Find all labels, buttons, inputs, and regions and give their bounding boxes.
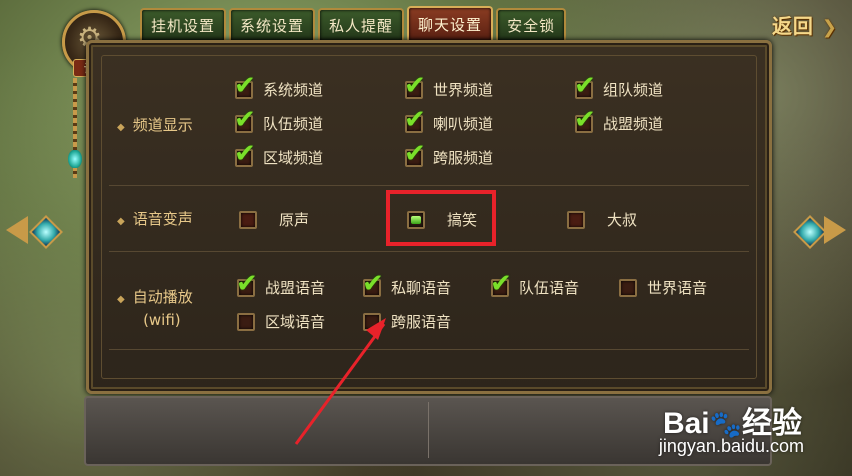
checkbox[interactable] — [236, 269, 258, 299]
settings-tab-bar: 挂机设置 系统设置 私人提醒 聊天设置 安全锁 — [140, 6, 567, 40]
radio-button[interactable] — [567, 210, 585, 229]
option-alliance-voice[interactable]: 战盟语音 — [236, 269, 326, 299]
option-label: 世界频道 — [433, 81, 494, 99]
option-label: 跨服频道 — [433, 149, 494, 167]
section-divider — [109, 349, 749, 350]
section-subtitle-text: (wifi) — [143, 311, 181, 329]
diamond-bullet-icon: ◆ — [117, 216, 125, 227]
next-page-arrow[interactable] — [786, 208, 846, 252]
checkbox[interactable] — [404, 105, 426, 135]
option-system-channel[interactable]: 系统频道 — [234, 71, 324, 101]
radio-button[interactable] — [239, 210, 257, 229]
bottom-bar-divider — [428, 402, 429, 458]
option-party-channel[interactable]: 队伍频道 — [234, 105, 324, 135]
tab-chat-settings[interactable]: 聊天设置 — [407, 6, 494, 40]
checkbox[interactable] — [234, 71, 256, 101]
section-title-channel-display: ◆ 频道显示 — [117, 115, 193, 138]
option-label: 系统频道 — [263, 81, 324, 99]
gem-icon — [793, 215, 827, 249]
option-label: 私聊语音 — [391, 279, 452, 297]
section-title-text: 语音变声 — [132, 210, 193, 228]
checkbox[interactable] — [363, 312, 381, 331]
tab-private-reminders[interactable]: 私人提醒 — [318, 8, 405, 40]
checkbox[interactable] — [574, 105, 596, 135]
checkbox[interactable] — [362, 269, 384, 299]
section-divider — [109, 185, 749, 186]
section-title-text: 自动播放 — [132, 288, 193, 306]
checkbox[interactable] — [574, 71, 596, 101]
option-label: 战盟语音 — [265, 279, 326, 297]
option-label: 原声 — [279, 211, 310, 229]
checkbox[interactable] — [619, 278, 637, 297]
annotation-highlight-box — [386, 190, 496, 246]
option-label: 区域频道 — [263, 149, 324, 167]
checkbox[interactable] — [234, 105, 256, 135]
checkbox[interactable] — [490, 269, 512, 299]
checkbox[interactable] — [404, 139, 426, 169]
chevron-right-icon: ❯ — [821, 17, 838, 38]
option-label: 喇叭频道 — [433, 115, 494, 133]
back-button[interactable]: 返回 ❯ — [772, 10, 838, 39]
option-cross-server-channel[interactable]: 跨服频道 — [404, 139, 494, 169]
option-private-voice[interactable]: 私聊语音 — [362, 269, 452, 299]
option-voice-original[interactable]: 原声 — [239, 209, 309, 230]
option-label: 战盟频道 — [603, 115, 664, 133]
diamond-bullet-icon: ◆ — [117, 294, 125, 305]
gem-icon — [29, 215, 63, 249]
tab-security-lock[interactable]: 安全锁 — [496, 8, 567, 40]
section-divider — [109, 251, 749, 252]
checkbox[interactable] — [237, 312, 255, 331]
option-alliance-channel[interactable]: 战盟频道 — [574, 105, 664, 135]
option-team-up-channel[interactable]: 组队频道 — [574, 71, 664, 101]
back-button-label: 返回 — [771, 14, 814, 38]
checkbox[interactable] — [404, 71, 426, 101]
option-label: 大叔 — [607, 211, 638, 229]
option-label: 组队频道 — [603, 81, 664, 99]
tab-idle-settings[interactable]: 挂机设置 — [140, 8, 227, 40]
option-world-channel[interactable]: 世界频道 — [404, 71, 494, 101]
option-party-voice[interactable]: 队伍语音 — [490, 269, 580, 299]
section-title-voice-change: ◆ 语音变声 — [117, 209, 193, 232]
watermark-url: jingyan.baidu.com — [658, 436, 804, 456]
option-label: 跨服语音 — [391, 313, 452, 331]
decorative-gem-icon — [68, 150, 82, 168]
diamond-bullet-icon: ◆ — [117, 122, 125, 133]
option-world-voice[interactable]: 世界语音 — [619, 277, 707, 298]
tab-system-settings[interactable]: 系统设置 — [229, 8, 316, 40]
option-cross-server-voice[interactable]: 跨服语音 — [363, 311, 451, 332]
section-title-auto-play: ◆ 自动播放 (wifi) — [117, 287, 193, 330]
option-region-channel[interactable]: 区域频道 — [234, 139, 324, 169]
section-title-text: 频道显示 — [132, 116, 193, 134]
option-label: 队伍语音 — [519, 279, 580, 297]
option-horn-channel[interactable]: 喇叭频道 — [404, 105, 494, 135]
checkbox[interactable] — [234, 139, 256, 169]
option-voice-uncle[interactable]: 大叔 — [567, 209, 637, 230]
arrow-left-icon — [6, 216, 28, 244]
arrow-right-icon — [824, 216, 846, 244]
option-label: 区域语音 — [265, 313, 326, 331]
option-region-voice[interactable]: 区域语音 — [237, 311, 325, 332]
option-label: 世界语音 — [647, 279, 708, 297]
option-label: 队伍频道 — [263, 115, 324, 133]
prev-page-arrow[interactable] — [6, 208, 66, 252]
